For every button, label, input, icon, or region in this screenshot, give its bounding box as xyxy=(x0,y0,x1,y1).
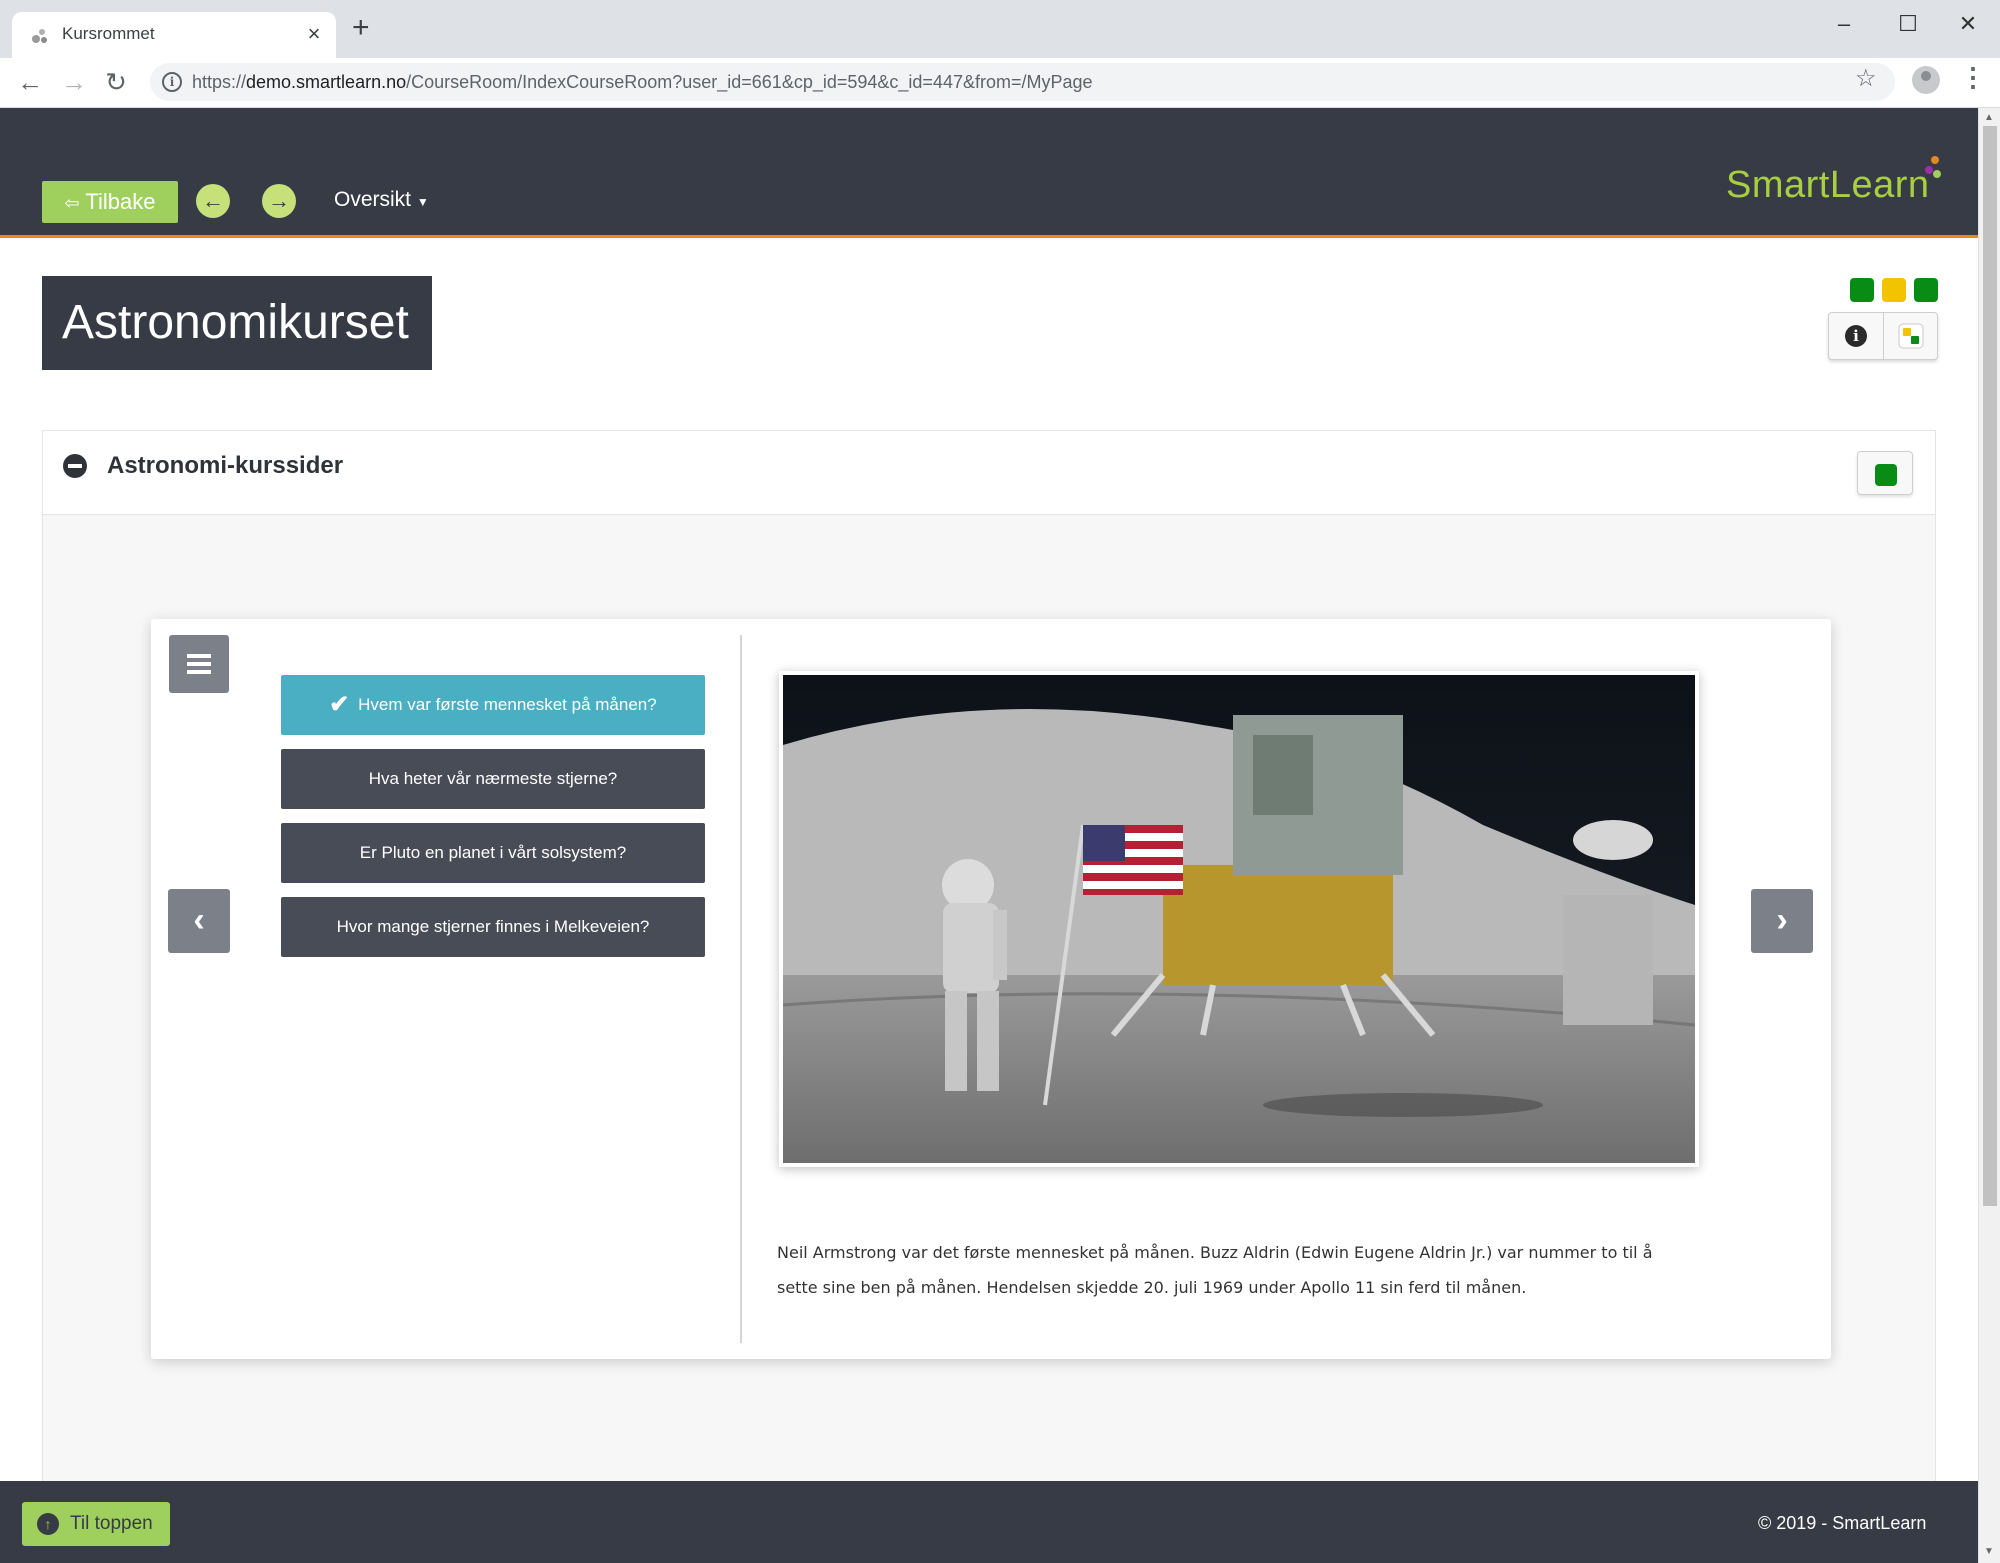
course-actions: i xyxy=(1828,312,1938,360)
browser-tab[interactable]: Kursrommet × xyxy=(12,12,336,58)
hamburger-menu-button[interactable] xyxy=(169,635,229,693)
overview-label: Oversikt xyxy=(334,188,412,211)
site-info-icon[interactable]: i xyxy=(162,72,182,92)
answer-caption: Neil Armstrong var det første mennesket … xyxy=(777,1235,1697,1305)
moon-landing-image xyxy=(783,675,1695,1163)
moon-landing-photo xyxy=(779,671,1699,1167)
arrow-up-circle-icon: ↑ xyxy=(37,1513,59,1535)
status-square-yellow xyxy=(1882,278,1906,302)
question-label: Er Pluto en planet i vårt solsystem? xyxy=(359,843,627,862)
status-square-green xyxy=(1914,278,1938,302)
course-title: Astronomikurset xyxy=(42,276,432,370)
previous-slide-button[interactable]: ‹ xyxy=(168,889,230,953)
section-status-button[interactable] xyxy=(1857,451,1913,495)
scroll-down-icon[interactable]: ▼ xyxy=(1984,1546,1994,1557)
checkmark-icon: ✔ xyxy=(329,691,350,718)
favicon-icon xyxy=(32,29,47,43)
question-label: Hva heter vår nærmeste stjerne? xyxy=(368,769,618,788)
url-text: https://demo.smartlearn.no/CourseRoom/In… xyxy=(192,72,1093,92)
browser-toolbar: ← → ↻ i https://demo.smartlearn.no/Cours… xyxy=(0,58,2000,108)
collapse-icon[interactable] xyxy=(63,454,87,478)
maximize-button[interactable]: ☐ xyxy=(1884,6,1932,42)
menu-bar-icon xyxy=(187,662,211,666)
logo-dots-icon xyxy=(1925,156,1941,178)
question-label: Hvor mange stjerner finnes i Melkeveien? xyxy=(336,917,650,936)
legend-icon xyxy=(1898,323,1924,349)
status-square-green xyxy=(1875,464,1897,486)
question-button[interactable]: Hvor mange stjerner finnes i Melkeveien? xyxy=(281,897,705,957)
bookmark-star-icon[interactable]: ☆ xyxy=(1855,64,1877,93)
page-viewport: ⇦ Tilbake ← → Oversikt ▼ SmartLearn Astr… xyxy=(0,108,1978,1563)
info-button[interactable]: i xyxy=(1829,313,1883,359)
question-button[interactable]: Er Pluto en planet i vårt solsystem? xyxy=(281,823,705,883)
next-slide-button[interactable]: › xyxy=(1751,889,1813,953)
question-label: Hvem var første mennesket på månen? xyxy=(358,695,657,714)
minimize-button[interactable]: – xyxy=(1820,6,1868,42)
question-button[interactable]: Hva heter vår nærmeste stjerne? xyxy=(281,749,705,809)
section-header[interactable]: Astronomi-kurssider xyxy=(43,431,1935,515)
menu-bar-icon xyxy=(187,654,211,658)
quiz-card: ✔ Hvem var første mennesket på månen? Hv… xyxy=(151,619,1831,1359)
scroll-up-icon[interactable]: ▲ xyxy=(1984,112,1994,123)
new-tab-button[interactable]: + xyxy=(352,13,370,43)
page-scrollbar[interactable]: ▲ ▼ xyxy=(1978,108,2000,1563)
smartlearn-logo: SmartLearn xyxy=(1726,164,1930,206)
caption-line: sette sine ben på månen. Hendelsen skjed… xyxy=(777,1278,1527,1297)
overview-dropdown[interactable]: Oversikt ▼ xyxy=(334,188,429,212)
vertical-divider xyxy=(740,635,742,1343)
profile-avatar-icon[interactable] xyxy=(1912,66,1940,94)
site-header: ⇦ Tilbake ← → Oversikt ▼ SmartLearn xyxy=(0,108,1978,238)
progress-legend-button[interactable] xyxy=(1884,313,1938,359)
back-button-label: Tilbake xyxy=(85,189,156,214)
tab-title: Kursrommet xyxy=(62,24,155,43)
back-button[interactable]: ⇦ Tilbake xyxy=(42,181,178,223)
scrollbar-thumb[interactable] xyxy=(1983,126,1997,1206)
browser-tabstrip: Kursrommet × + – ☐ ✕ xyxy=(0,0,2000,58)
caption-line: Neil Armstrong var det første mennesket … xyxy=(777,1243,1653,1262)
to-top-button[interactable]: ↑ Til toppen xyxy=(22,1502,170,1546)
tab-close-icon[interactable]: × xyxy=(302,21,326,47)
reload-icon[interactable]: ↻ xyxy=(98,64,134,100)
forward-arrow-icon[interactable]: → xyxy=(56,64,92,100)
to-top-label: Til toppen xyxy=(70,1513,153,1534)
question-button[interactable]: ✔ Hvem var første mennesket på månen? xyxy=(281,675,705,735)
sign-out-icon: ⇦ xyxy=(64,193,80,213)
copyright-text: © 2019 - SmartLearn xyxy=(1758,1513,1927,1533)
status-square-green xyxy=(1850,278,1874,302)
caret-down-icon: ▼ xyxy=(416,195,429,209)
back-arrow-icon[interactable]: ← xyxy=(12,64,48,100)
browser-menu-icon[interactable]: ⋮ xyxy=(1960,62,1986,93)
section-title: Astronomi-kurssider xyxy=(107,452,344,479)
previous-page-button[interactable]: ← xyxy=(196,184,230,218)
info-icon: i xyxy=(1845,325,1867,347)
close-window-button[interactable]: ✕ xyxy=(1944,6,1992,42)
next-page-button[interactable]: → xyxy=(262,184,296,218)
menu-bar-icon xyxy=(187,670,211,674)
site-footer: ↑ Til toppen © 2019 - SmartLearn xyxy=(0,1481,1978,1563)
address-bar[interactable]: i https://demo.smartlearn.no/CourseRoom/… xyxy=(150,63,1895,101)
section-panel: Astronomi-kurssider ✔ Hvem var første me… xyxy=(42,430,1936,1550)
